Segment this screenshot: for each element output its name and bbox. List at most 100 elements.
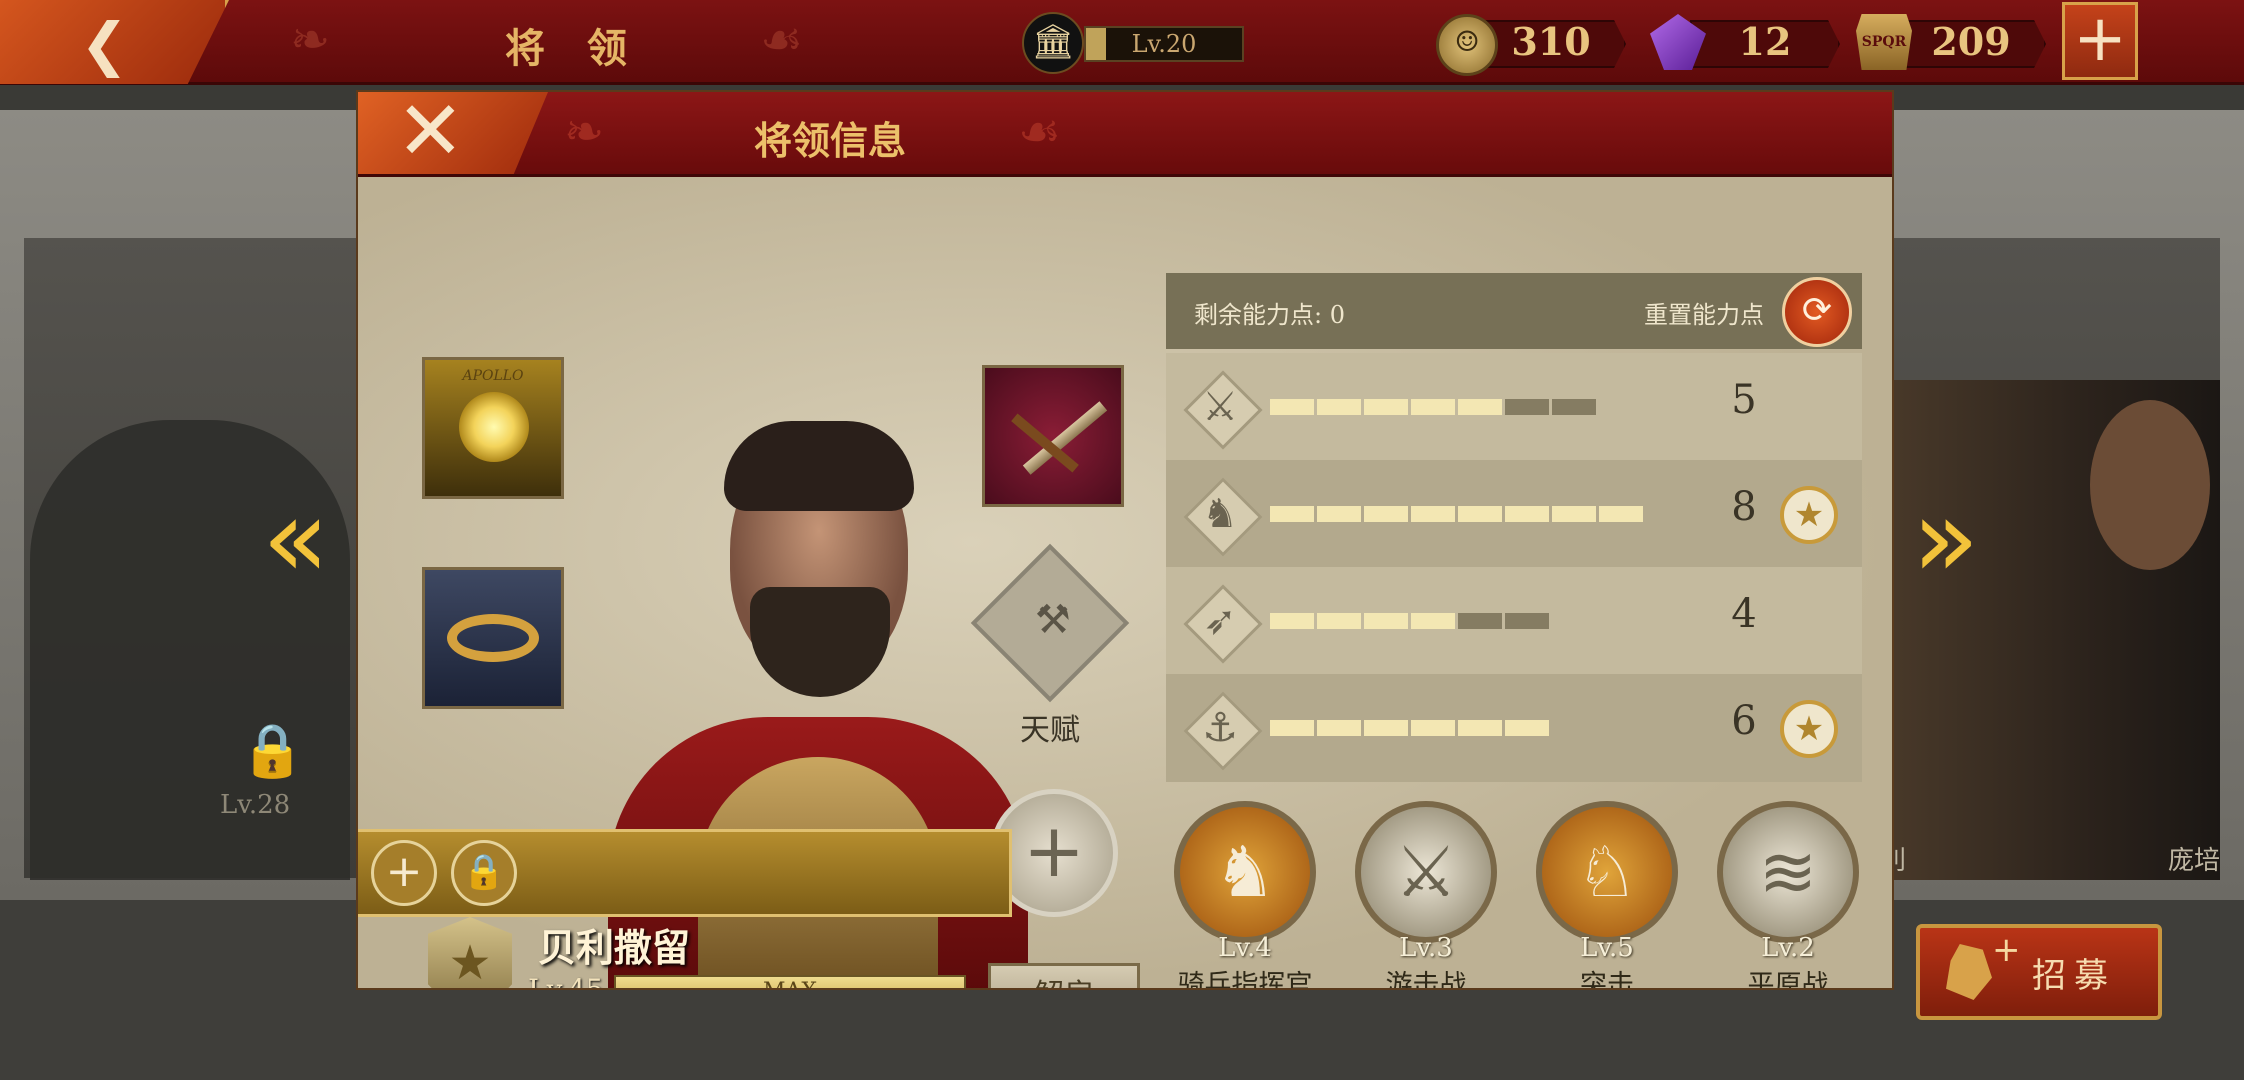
- attribute-bar-segment: [1317, 399, 1361, 415]
- helmet-icon: [1946, 944, 1992, 1000]
- spqr-value: 209: [1931, 19, 2011, 64]
- refresh-icon: ⟳: [1801, 290, 1833, 331]
- spqr-counter[interactable]: 209 SPQR: [1856, 14, 2046, 70]
- previous-general-arrow-icon[interactable]: «: [262, 483, 352, 593]
- panel-body: APOLLO ⚒ 天赋 + + 🔒 ★ 贝利撒留 Lv.45 剩余能力点: 0 …: [358, 177, 1892, 988]
- add-resource-button[interactable]: +: [2062, 2, 2138, 80]
- add-slot-button[interactable]: +: [371, 840, 437, 906]
- star-icon: ★: [1793, 709, 1825, 749]
- back-button[interactable]: ❮: [0, 0, 229, 84]
- icon-glyph: ⚓: [1202, 705, 1238, 751]
- close-button[interactable]: ✕: [358, 92, 548, 174]
- attribute-bar-segment: [1411, 720, 1455, 736]
- laurel-right-icon: ☙: [760, 12, 804, 68]
- horse-icon: ♞: [1183, 477, 1263, 557]
- coin-icon: ☺: [1436, 14, 1498, 76]
- general-name: 贝利撒留: [538, 925, 691, 970]
- recruit-button[interactable]: + 招募: [1916, 924, 2162, 1020]
- laurel-right-icon: ☙: [1018, 104, 1062, 160]
- level-bar: Lv.20: [1084, 26, 1244, 62]
- skill-level: Lv.2: [1761, 933, 1815, 963]
- attribute-bar-segment: [1552, 399, 1596, 415]
- skill-medal-icon: ♞: [1174, 801, 1316, 943]
- attribute-bar-segment: [1458, 720, 1502, 736]
- lock-icon: 🔒: [240, 721, 305, 781]
- banner-equipment-slot[interactable]: APOLLO: [422, 357, 564, 499]
- coin-counter[interactable]: 310 ☺: [1436, 14, 1626, 76]
- player-level[interactable]: 🏛 Lv.20: [1022, 12, 1244, 74]
- next-general-arrow-icon[interactable]: »: [1912, 483, 2002, 593]
- chevron-left-icon: ❮: [80, 10, 129, 78]
- skill-item[interactable]: ≋ Lv.2 平原战: [1717, 801, 1867, 988]
- attribute-bar-segment: [1505, 720, 1549, 736]
- attribute-bar-segment: [1458, 613, 1502, 629]
- laurel-star-badge-icon[interactable]: ★: [1776, 482, 1842, 548]
- wreath-equipment-slot[interactable]: [422, 567, 564, 709]
- skill-item[interactable]: ♞ Lv.4 骑兵指挥官: [1174, 801, 1324, 988]
- dismiss-button[interactable]: 解雇: [988, 963, 1140, 988]
- attribute-bar-segment: [1270, 506, 1314, 522]
- attribute-bar-segment: [1458, 506, 1502, 522]
- laurel-left-icon: ❧: [290, 12, 331, 68]
- laurel-star-badge-icon[interactable]: ★: [1776, 696, 1842, 762]
- star-icon: ★: [1793, 495, 1825, 535]
- skill-name: 平原战: [1747, 970, 1829, 990]
- remaining-points: 剩余能力点: 0: [1194, 301, 1345, 329]
- reset-points-label: 重置能力点: [1644, 301, 1764, 329]
- dismiss-label: 解雇: [991, 966, 1137, 988]
- sun-icon: [459, 392, 529, 462]
- attribute-panel: 剩余能力点: 0 重置能力点 ⟳ ⚔ 5 ♞ 8 ★ ➶ 4 ⚓ 6 ★: [1166, 273, 1862, 782]
- attribute-value: 6: [1731, 698, 1757, 744]
- temple-icon: 🏛: [1022, 12, 1084, 74]
- locked-general-level: Lv.28: [220, 790, 291, 820]
- top-bar: ❮ ❧ 将 领 ☙ 🏛 Lv.20 310 ☺ 12 209 SPQR +: [0, 0, 2244, 85]
- attribute-row: ⚓ 6 ★: [1166, 674, 1862, 782]
- attribute-bar-segment: [1364, 613, 1408, 629]
- recruit-label: 招募: [2032, 956, 2116, 996]
- skill-medal-icon: ⚔: [1355, 801, 1497, 943]
- attribute-bar-segment: [1505, 613, 1549, 629]
- locked-slot-lock-icon[interactable]: 🔒: [451, 840, 517, 906]
- player-level-label: Lv.20: [1131, 30, 1197, 58]
- general-info-panel: ✕ ❧ 将领信息 ☙ APOLLO ⚒ 天赋 + + 🔒 ★ 贝利撒留 Lv.4…: [356, 90, 1894, 990]
- skill-item[interactable]: ⚔ Lv.3 游击战: [1355, 801, 1505, 988]
- bow-icon: ➶: [1183, 584, 1263, 664]
- catapult-icon: ⚒: [1034, 597, 1071, 644]
- general-portrait: [2090, 400, 2210, 570]
- attribute-bar-segment: [1364, 506, 1408, 522]
- attribute-value: 8: [1731, 484, 1757, 530]
- adjacent-general-name: 庞培: [2168, 846, 2221, 876]
- skill-glyph: ♞: [1213, 831, 1277, 913]
- plus-icon: +: [1022, 808, 1085, 894]
- attribute-bar-segment: [1552, 506, 1596, 522]
- panel-header: ✕ ❧ 将领信息 ☙: [358, 92, 1892, 177]
- experience-label: MAX: [616, 977, 964, 988]
- banner-text: APOLLO: [462, 368, 524, 384]
- portrait-hair: [724, 421, 914, 511]
- gem-counter[interactable]: 12: [1650, 14, 1840, 70]
- attribute-row: ♞ 8 ★: [1166, 460, 1862, 568]
- skill-glyph: ⚔: [1394, 831, 1458, 913]
- attribute-bar-segment: [1270, 720, 1314, 736]
- attribute-bar-segment: [1364, 399, 1408, 415]
- laurel-wreath-icon: [447, 614, 539, 662]
- attribute-value: 4: [1731, 591, 1757, 637]
- rank-shield-badge: ★: [428, 917, 512, 988]
- portrait-beard: [750, 587, 890, 697]
- attribute-row: ⚔ 5: [1166, 353, 1862, 461]
- skill-medal-icon: ≋: [1717, 801, 1859, 943]
- sword-icon: ⚔: [1183, 370, 1263, 450]
- attribute-bar-segment: [1364, 720, 1408, 736]
- attribute-row: ➶ 4: [1166, 567, 1862, 675]
- reset-points-button[interactable]: ⟳: [1782, 277, 1852, 347]
- attribute-bar-segment: [1411, 399, 1455, 415]
- skill-item[interactable]: ♘ Lv.5 突击: [1536, 801, 1686, 988]
- adjacent-generals[interactable]: [1880, 380, 2220, 880]
- laurel-left-icon: ❧: [564, 104, 605, 160]
- skill-name: 突击: [1580, 970, 1634, 990]
- skill-glyph: ≋: [1758, 831, 1818, 913]
- gem-value: 12: [1738, 19, 1792, 64]
- icon-glyph: ➶: [1203, 598, 1237, 644]
- skill-level: Lv.5: [1580, 933, 1634, 963]
- talent-label: 天赋: [1020, 713, 1080, 748]
